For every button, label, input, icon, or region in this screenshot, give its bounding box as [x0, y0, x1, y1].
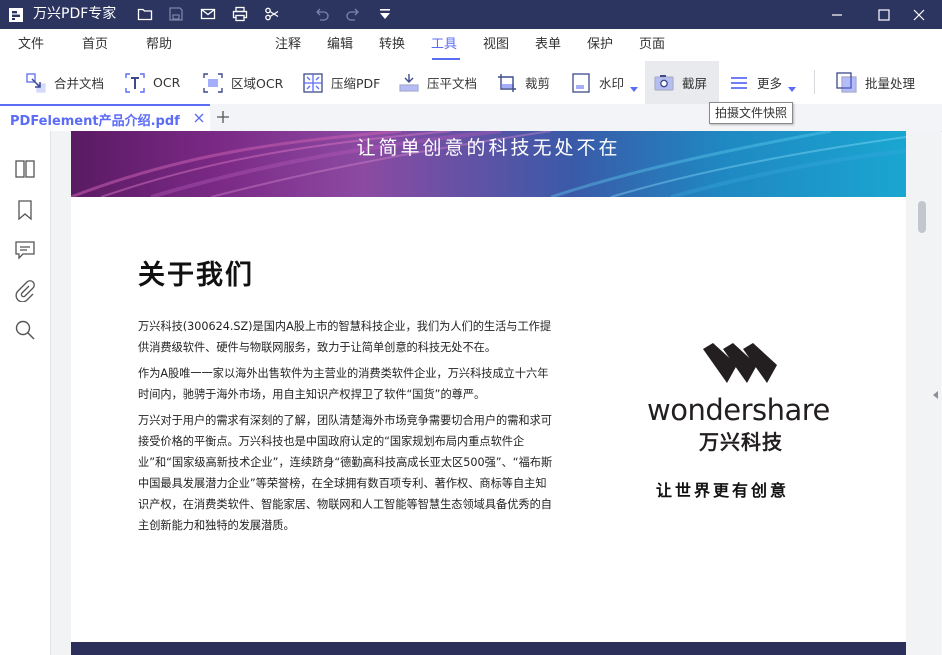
screenshot-button[interactable]: 截屏 — [645, 61, 719, 104]
crop-label: 裁剪 — [525, 76, 551, 91]
scissors-icon[interactable] — [264, 6, 280, 22]
expand-right-panel-arrow[interactable] — [933, 391, 938, 399]
open-folder-icon[interactable] — [137, 6, 153, 22]
screenshot-label: 截屏 — [682, 76, 708, 91]
watermark-dropdown-caret[interactable] — [630, 87, 638, 92]
crop-icon — [498, 73, 516, 92]
more-button[interactable]: 更多 — [728, 61, 782, 104]
merge-icon — [26, 72, 46, 93]
mail-icon[interactable] — [200, 6, 216, 22]
page-heading: 关于我们 — [138, 260, 254, 291]
thumbnails-icon[interactable] — [14, 158, 36, 180]
save-icon[interactable] — [168, 6, 184, 22]
maximize-icon — [878, 8, 890, 21]
banner-slogan: 让简单创意的科技无处不在 — [356, 137, 621, 159]
flatten-button[interactable]: 压平文档 — [398, 61, 477, 104]
menu-edit[interactable]: 编辑 — [327, 37, 353, 53]
flatten-label: 压平文档 — [427, 76, 478, 91]
area-ocr-label: 区域OCR — [231, 76, 284, 91]
document-tab-bar: PDFelement产品介绍.pdf — [0, 104, 942, 132]
crop-button[interactable]: 裁剪 — [496, 61, 550, 104]
merge-label: 合并文档 — [54, 76, 105, 91]
redo-icon[interactable] — [345, 6, 361, 22]
flatten-icon — [399, 73, 419, 92]
print-icon[interactable] — [232, 6, 248, 22]
menu-help[interactable]: 帮助 — [146, 37, 172, 53]
menu-view[interactable]: 视图 — [483, 37, 509, 53]
search-icon[interactable] — [14, 319, 36, 341]
menu-home[interactable]: 首页 — [82, 37, 108, 53]
paragraph-3: 万兴对于用户的需求有深刻的了解，团队清楚海外市场竞争需要切合用户的需和求可接受价… — [138, 414, 553, 532]
screenshot-tooltip: 拍摄文件快照 — [709, 102, 794, 124]
app-title: 万兴PDF专家 — [33, 6, 117, 22]
close-icon — [913, 9, 925, 20]
page-banner: 让简单创意的科技无处不在 — [71, 131, 906, 197]
add-tab-icon[interactable] — [216, 110, 230, 124]
more-dropdown-caret[interactable] — [788, 87, 796, 92]
screenshot-icon — [654, 74, 674, 91]
document-viewer: 让简单创意的科技无处不在 关于我们 万兴科技(300624.SZ)是国内A股上市… — [51, 131, 941, 655]
compress-label: 压缩PDF — [331, 76, 381, 91]
left-sidebar — [0, 131, 51, 655]
brand-wordmark: wondershare — [647, 393, 830, 427]
area-ocr-icon — [203, 72, 223, 93]
close-tab-icon[interactable] — [193, 112, 205, 124]
menu-form[interactable]: 表单 — [535, 37, 561, 53]
area-ocr-button[interactable]: 区域OCR — [202, 61, 283, 104]
ocr-button[interactable]: OCR — [124, 61, 180, 104]
menu-annotate[interactable]: 注释 — [275, 37, 301, 53]
menu-protect[interactable]: 保护 — [587, 37, 613, 53]
minimize-icon — [832, 13, 842, 16]
brand-chinese-name: 万兴科技 — [699, 430, 783, 454]
app-logo-icon — [9, 8, 23, 22]
document-tab[interactable]: PDFelement产品介绍.pdf — [0, 104, 210, 131]
active-menu-underline — [432, 58, 460, 60]
toolbar-divider — [814, 70, 815, 94]
menu-file[interactable]: 文件 — [18, 37, 44, 53]
watermark-label: 水印 — [599, 76, 625, 91]
vertical-scrollbar-thumb[interactable] — [918, 201, 926, 233]
ocr-icon — [125, 72, 145, 93]
wondershare-mark-icon — [703, 343, 777, 383]
paragraph-2: 作为A股唯一一家以海外出售软件为主营业的消费类软件企业，万兴科技成立十六年时间内… — [138, 367, 549, 401]
compress-button[interactable]: 压缩PDF — [302, 61, 380, 104]
bookmark-icon[interactable] — [14, 199, 36, 221]
paragraph-1: 万兴科技(300624.SZ)是国内A股上市的智慧科技企业，我们为人们的生活与工… — [138, 320, 552, 354]
quick-access-dropdown-icon[interactable] — [377, 6, 393, 22]
title-bar: 万兴PDF专家 — [0, 0, 942, 29]
more-label: 更多 — [757, 76, 783, 91]
close-window-button[interactable] — [896, 0, 942, 29]
menu-convert[interactable]: 转换 — [379, 37, 405, 53]
batch-icon — [836, 71, 857, 93]
undo-icon[interactable] — [314, 6, 330, 22]
menu-page[interactable]: 页面 — [639, 37, 665, 53]
watermark-button[interactable]: 水印 — [570, 61, 624, 104]
minimize-button[interactable] — [814, 0, 860, 29]
menu-tools[interactable]: 工具 — [431, 37, 457, 53]
watermark-icon — [572, 72, 590, 93]
attachment-icon[interactable] — [14, 280, 36, 302]
batch-label: 批量处理 — [865, 76, 916, 91]
comment-icon[interactable] — [14, 239, 36, 261]
page-footer-band — [71, 642, 906, 655]
tools-toolbar: 合并文档 OCR 区域OCR 压缩PDF 压平文档 裁剪 水印 截屏 更多 批量… — [0, 61, 942, 105]
brand-tagline: 让世界更有创意 — [656, 481, 790, 500]
menu-bar: 文件 首页 帮助 注释 编辑 转换 工具 视图 表单 保护 页面 — [0, 29, 942, 85]
ocr-label: OCR — [153, 75, 181, 90]
pdf-page: 让简单创意的科技无处不在 关于我们 万兴科技(300624.SZ)是国内A股上市… — [71, 131, 906, 655]
more-icon — [731, 76, 747, 89]
merge-button[interactable]: 合并文档 — [25, 61, 104, 104]
batch-button[interactable]: 批量处理 — [836, 61, 915, 104]
compress-icon — [303, 72, 323, 93]
document-tab-name: PDFelement产品介绍.pdf — [10, 114, 180, 129]
